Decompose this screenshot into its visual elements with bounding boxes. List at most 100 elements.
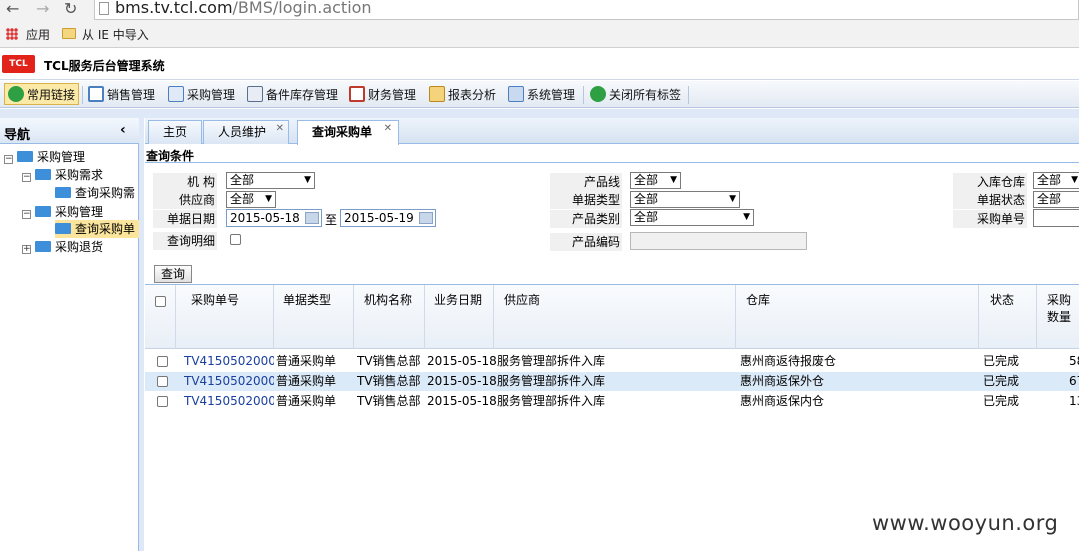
warehouse-label: 入库仓库 <box>953 173 1027 191</box>
menu-sales[interactable]: 销售管理 <box>88 84 155 106</box>
col-doc-type[interactable]: 单据类型 <box>274 285 354 349</box>
col-po-no[interactable]: 采购单号 <box>176 285 274 349</box>
back-icon[interactable]: ← <box>6 0 19 18</box>
menu-reports[interactable]: 报表分析 <box>429 84 496 106</box>
select-all-checkbox[interactable] <box>155 296 166 307</box>
expand-toggle-icon[interactable]: + <box>22 245 31 254</box>
tree-node-purchase-return[interactable]: + 采购退货 <box>22 238 103 256</box>
tcl-logo: TCL <box>2 55 35 73</box>
collapse-sidebar-icon[interactable]: ‹ <box>120 122 126 138</box>
folder-icon <box>55 187 71 198</box>
product-code-input[interactable] <box>630 232 807 250</box>
warehouse-select[interactable]: 全部 ▼ <box>1033 172 1079 189</box>
query-button[interactable]: 查询 <box>154 265 193 283</box>
address-bar[interactable]: bms.tv.tcl.com/BMS/login.action <box>94 0 1079 20</box>
close-icon[interactable]: ✕ <box>276 118 284 140</box>
collapse-toggle-icon[interactable]: − <box>22 210 31 219</box>
folder-icon <box>55 223 71 234</box>
col-supplier[interactable]: 供应商 <box>494 285 736 349</box>
collapse-toggle-icon[interactable]: − <box>4 155 13 164</box>
query-title: 查询条件 <box>146 149 195 163</box>
col-status[interactable]: 状态 <box>979 285 1037 349</box>
supplier-label: 供应商 <box>153 191 217 209</box>
tree-node-purchase-order-mgmt[interactable]: − 采购管理 <box>22 203 103 221</box>
date-to-input[interactable]: 2015-05-19 <box>340 209 436 227</box>
menu-close-all-tabs[interactable]: 关闭所有标签 <box>590 84 681 106</box>
detail-checkbox[interactable] <box>230 234 241 245</box>
dropdown-arrow-icon: ▼ <box>670 175 677 185</box>
forward-icon[interactable]: → <box>36 0 49 18</box>
doc-status-label: 单据状态 <box>953 191 1027 209</box>
org-select[interactable]: 全部 ▼ <box>226 172 315 189</box>
bookmark-apps[interactable]: 应用 <box>26 26 50 43</box>
main-menu: 常用链接 销售管理 采购管理 备件库存管理 财务管理 报表分析 系统管理 关闭所… <box>0 81 1079 108</box>
product-cat-label: 产品类别 <box>550 210 622 228</box>
table-row[interactable]: TV41505020004 普通采购单 TV销售总部 2015-05-18 服务… <box>145 372 1079 391</box>
col-org-name[interactable]: 机构名称 <box>354 285 425 349</box>
supplier-select[interactable]: 全部 ▼ <box>226 191 276 208</box>
dropdown-arrow-icon: ▼ <box>743 212 750 222</box>
tab-home[interactable]: 主页 <box>148 120 203 144</box>
menu-finance[interactable]: 财务管理 <box>349 84 416 106</box>
reload-icon[interactable]: ↻ <box>64 0 77 18</box>
dropdown-arrow-icon: ▼ <box>304 175 311 185</box>
sidebar-header: 导航 ‹ <box>0 118 139 144</box>
col-qty[interactable]: 采购数量 <box>1037 285 1079 349</box>
tree-node-query-order[interactable]: 查询采购单 <box>55 220 139 238</box>
menu-system[interactable]: 系统管理 <box>508 84 575 106</box>
row-checkbox[interactable] <box>157 396 168 407</box>
po-no-link[interactable]: TV41505020004 <box>184 372 274 391</box>
po-no-label: 采购单号 <box>953 210 1027 228</box>
menu-common-links[interactable]: 常用链接 <box>4 83 80 105</box>
doc-type-select[interactable]: 全部 ▼ <box>630 191 740 208</box>
doc-type-label: 单据类型 <box>550 191 622 209</box>
tree-node-purchase-demand[interactable]: − 采购需求 <box>22 166 103 184</box>
row-checkbox[interactable] <box>157 356 168 367</box>
dropdown-arrow-icon: ▼ <box>1071 175 1078 185</box>
tree-node-query-demand[interactable]: 查询采购需 <box>55 184 135 202</box>
apps-grid-icon <box>6 28 18 40</box>
page-icon <box>99 2 109 15</box>
calendar-icon[interactable] <box>419 212 433 224</box>
col-biz-date[interactable]: 业务日期 <box>425 285 494 349</box>
tab-staff[interactable]: 人员维护 ✕ <box>203 118 290 144</box>
menu-inventory[interactable]: 备件库存管理 <box>247 84 338 106</box>
po-no-link[interactable]: TV41505020003 <box>184 392 274 411</box>
doc-status-select[interactable]: 全部 <box>1033 191 1079 208</box>
date-separator: 至 <box>325 213 338 227</box>
org-label: 机 构 <box>153 173 217 191</box>
folder-icon <box>35 241 51 252</box>
bookmark-ie-import[interactable]: 从 IE 中导入 <box>82 26 149 43</box>
close-icon[interactable]: ✕ <box>384 118 392 140</box>
folder-icon <box>35 169 51 180</box>
tab-query-order[interactable]: 查询采购单 ✕ <box>297 118 400 145</box>
folder-icon <box>62 28 76 39</box>
date-label: 单据日期 <box>153 210 217 228</box>
horizontal-splitter[interactable] <box>0 109 1079 118</box>
calendar-icon[interactable] <box>305 212 319 224</box>
report-icon <box>429 86 445 102</box>
table-row[interactable]: TV41505020005 普通采购单 TV销售总部 2015-05-18 服务… <box>145 352 1079 371</box>
product-cat-select[interactable]: 全部 ▼ <box>630 209 754 226</box>
settings-icon <box>508 86 524 102</box>
collapse-toggle-icon[interactable]: − <box>22 173 31 182</box>
row-checkbox[interactable] <box>157 376 168 387</box>
product-code-label: 产品编码 <box>550 233 622 251</box>
finance-icon <box>349 86 365 102</box>
app-header: TCL TCL服务后台管理系统 <box>0 49 1079 80</box>
po-no-input[interactable] <box>1033 209 1079 227</box>
select-all-cell <box>145 285 176 349</box>
dropdown-arrow-icon: ▼ <box>729 194 736 204</box>
menu-purchase[interactable]: 采购管理 <box>168 84 235 106</box>
date-from-input[interactable]: 2015-05-18 <box>226 209 322 227</box>
sidebar-title: 导航 <box>4 128 31 143</box>
po-no-link[interactable]: TV41505020005 <box>184 352 274 371</box>
watermark: www.wooyun.org <box>872 511 1059 535</box>
col-warehouse[interactable]: 仓库 <box>736 285 979 349</box>
dropdown-arrow-icon: ▼ <box>265 194 272 204</box>
product-line-select[interactable]: 全部 ▼ <box>630 172 681 189</box>
table-row[interactable]: TV41505020003 普通采购单 TV销售总部 2015-05-18 服务… <box>145 392 1079 411</box>
tree-node-purchase-mgmt[interactable]: − 采购管理 <box>4 148 85 166</box>
vertical-splitter[interactable] <box>139 118 144 551</box>
query-header: 查询条件 <box>145 145 1079 163</box>
